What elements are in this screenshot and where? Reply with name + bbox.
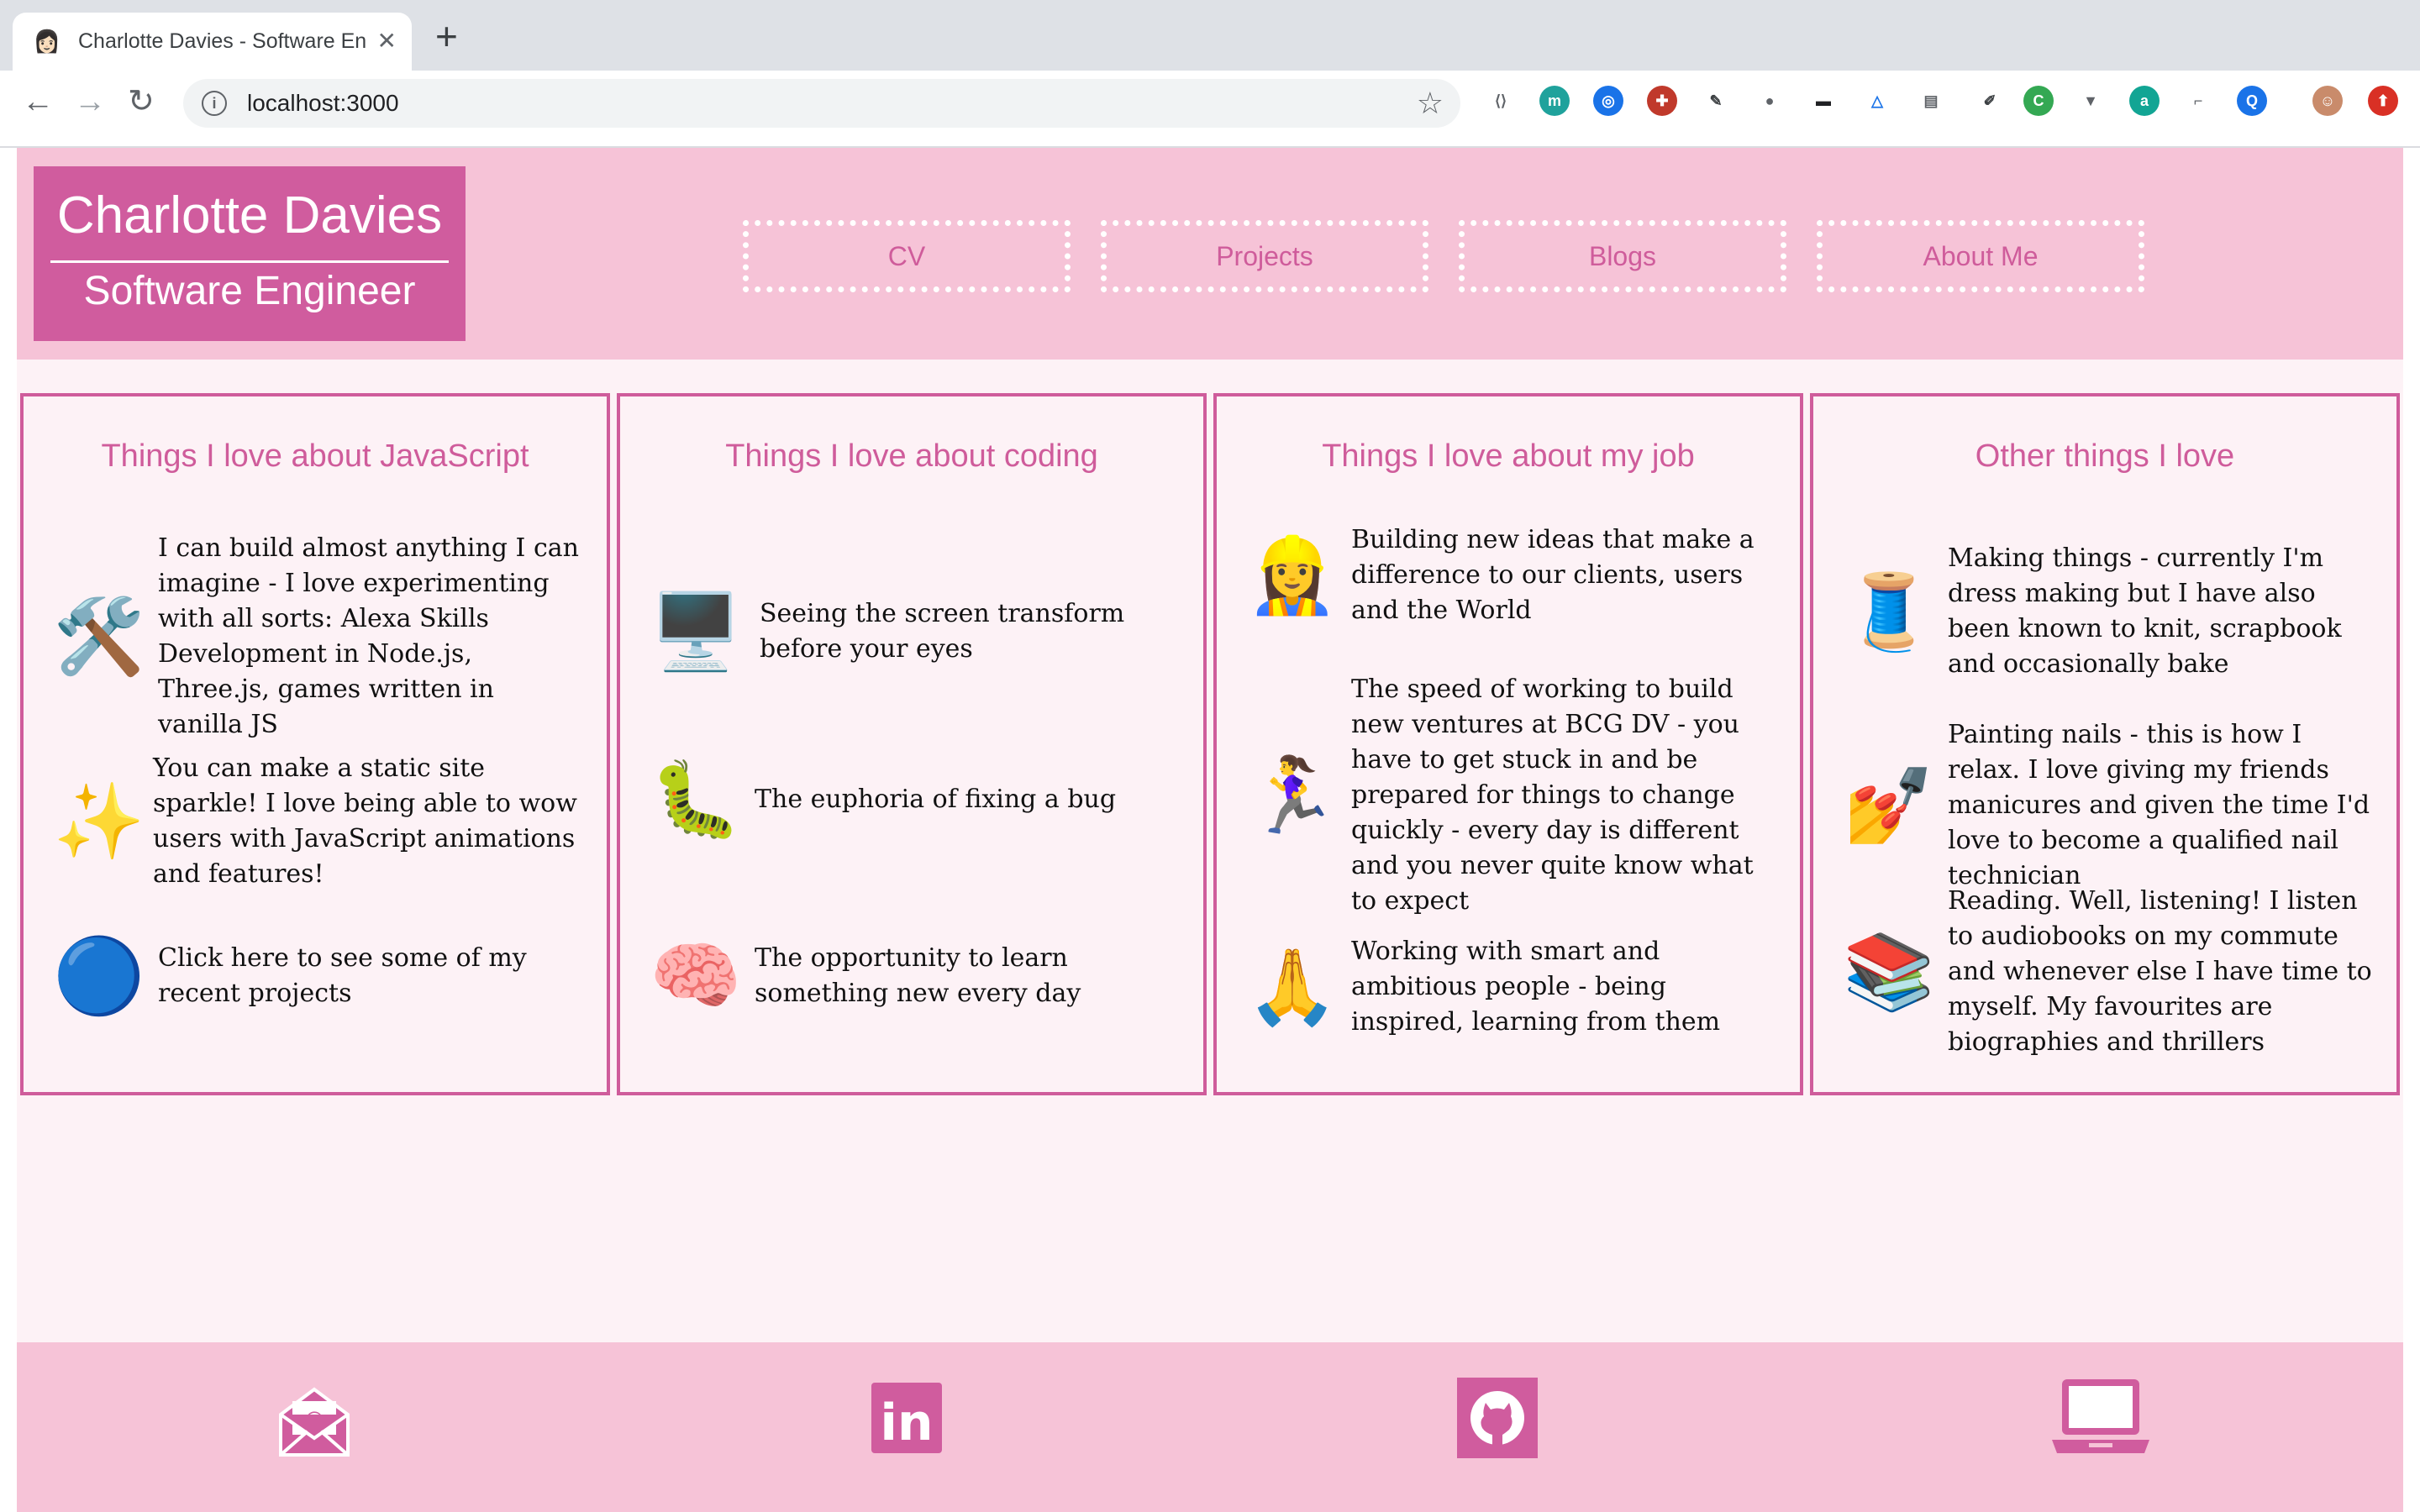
list-item: 📚 Reading. Well, listening! I listen to … [1843,884,2381,1060]
address-bar[interactable]: i localhost:3000 ☆ [183,79,1460,128]
linkedin-icon[interactable]: in [871,1383,942,1457]
nav-about-me-link[interactable]: About Me [1817,220,2144,292]
browser-tab[interactable]: 👩🏻 Charlotte Davies - Software En ✕ [13,13,412,71]
brand-block[interactable]: Charlotte Davies Software Engineer [34,166,466,341]
reload-button[interactable]: ↻ [128,86,155,118]
compass-extension-icon[interactable]: ◎ [1593,86,1623,116]
card-title: Things I love about JavaScript [101,438,529,474]
list-item-text: The speed of working to build new ventur… [1351,675,1754,916]
card-title: Things I love about coding [725,438,1098,474]
puzzle-extension-icon[interactable]: ✚ [1647,86,1677,116]
nav-projects-link[interactable]: Projects [1101,220,1428,292]
list-item: 🖥️ Seeing the screen transform before yo… [650,590,1175,674]
list-item-text: Painting nails - this is how I relax. I … [1948,720,2370,890]
note-extension-icon[interactable]: ▤ [1916,86,1946,116]
browser-tab-bar: 👩🏻 Charlotte Davies - Software En ✕ + [0,0,2420,71]
brain-icon: 🧠 [650,934,742,1017]
card-other: Other things I love 🧵 Making things - cu… [1810,393,2400,1095]
q-extension-icon[interactable]: Q [2237,86,2267,116]
list-item: 🙏 Working with smart and ambitious peopl… [1246,934,1780,1040]
list-item: 🧵 Making things - currently I'm dress ma… [1843,541,2381,682]
code-extension-icon[interactable]: ⟨⟩ [1486,86,1516,116]
back-button[interactable]: ← [22,86,54,118]
list-item: 🛠️ I can build almost anything I can ima… [53,531,587,743]
books-icon: 📚 [1843,930,1935,1013]
list-item-text: Seeing the screen transform before your … [760,599,1125,664]
list-item-text: Making things - currently I'm dress maki… [1948,543,2342,679]
tab-title: Charlotte Davies - Software En [78,29,367,53]
hammer-wrench-icon: 🛠️ [53,595,145,678]
browser-toolbar: ← → ↻ i localhost:3000 ☆ [0,71,2420,148]
update-icon[interactable]: ⬆ [2368,86,2398,116]
m-extension-icon[interactable]: m [1539,86,1570,116]
desktop-computer-icon: 🖥️ [650,590,742,673]
list-item-text: You can make a static site sparkle! I lo… [153,753,577,889]
sparkles-icon: ✨ [53,780,145,863]
list-item: ✨ You can make a static site sparkle! I … [53,751,592,892]
list-item-text: Reading. Well, listening! I listen to au… [1948,886,2372,1057]
site-owner-role: Software Engineer [83,269,416,313]
nail-polish-icon: 💅 [1843,764,1935,847]
a-extension-icon[interactable]: a [2129,86,2160,116]
tab-favicon-icon: 👩🏻 [33,29,61,54]
list-item: 👷‍♀️ Building new ideas that make a diff… [1246,522,1780,628]
praying-hands-icon: 🙏 [1246,945,1339,1028]
bug-icon: 🐛 [650,758,742,841]
list-item: 🏃‍♀️ The speed of working to build new v… [1246,672,1785,919]
nav-blogs-link[interactable]: Blogs [1459,220,1786,292]
page: Charlotte Davies Software Engineer CV Pr… [17,148,2403,1512]
github-icon[interactable] [1457,1378,1538,1462]
card-job: Things I love about my job 👷‍♀️ Building… [1213,393,1803,1095]
mask-extension-icon[interactable]: ▬ [1808,86,1839,116]
construction-worker-icon: 👷‍♀️ [1246,533,1339,617]
site-footer: @ in [17,1342,2403,1512]
card-title: Other things I love [1975,438,2235,474]
button-icon[interactable]: 🔵 [53,934,145,1018]
profile-avatar[interactable]: ☺ [2312,86,2343,116]
site-owner-name: Charlotte Davies [56,186,443,244]
linkedin-glyph: in [880,1394,933,1452]
cors-extension-icon[interactable]: C [2023,86,2054,116]
pin-extension-icon[interactable]: ⌐ [2183,86,2213,116]
list-item-text: Building new ideas that make a differenc… [1351,525,1754,625]
list-item-text: Working with smart and ambitious people … [1351,937,1721,1037]
thread-spool-icon: 🧵 [1843,570,1935,653]
triangle-extension-icon[interactable]: △ [1862,86,1892,116]
list-item: 💅 Painting nails - this is how I relax. … [1843,717,2381,894]
list-item-text: The opportunity to learn something new e… [755,943,1081,1008]
card-javascript: Things I love about JavaScript 🛠️ I can … [20,393,610,1095]
projects-link-item[interactable]: 🔵 Click here to see some of my recent pr… [53,934,561,1018]
card-title: Things I love about my job [1322,438,1695,474]
new-tab-button[interactable]: + [435,17,458,55]
runner-icon: 🏃‍♀️ [1246,753,1339,837]
projects-link-text[interactable]: Click here to see some of my recent proj… [158,941,561,1011]
brand-divider [50,260,449,263]
list-item: 🐛 The euphoria of fixing a bug [650,758,1175,842]
site-header: Charlotte Davies Software Engineer CV Pr… [17,148,2403,360]
url-text[interactable]: localhost:3000 [247,90,399,117]
eyedropper-extension-icon[interactable]: ✐ [1975,86,2005,116]
circle-extension-icon[interactable]: ● [1754,86,1785,116]
card-coding: Things I love about coding 🖥️ Seeing the… [617,393,1207,1095]
site-info-icon[interactable]: i [202,91,227,116]
forward-button[interactable]: → [74,86,106,118]
tab-close-icon[interactable]: ✕ [377,27,397,55]
pocket-extension-icon[interactable]: ▼ [2075,86,2106,116]
nav-cv-link[interactable]: CV [743,220,1071,292]
email-icon[interactable]: @ [276,1383,353,1464]
bookmark-star-icon[interactable]: ☆ [1417,86,1444,121]
laptop-icon[interactable] [2050,1376,2151,1461]
list-item-text: The euphoria of fixing a bug [755,785,1117,814]
list-item-text: I can build almost anything I can imagin… [158,533,579,739]
list-item: 🧠 The opportunity to learn something new… [650,934,1192,1018]
pen-extension-icon[interactable]: ✎ [1701,86,1731,116]
